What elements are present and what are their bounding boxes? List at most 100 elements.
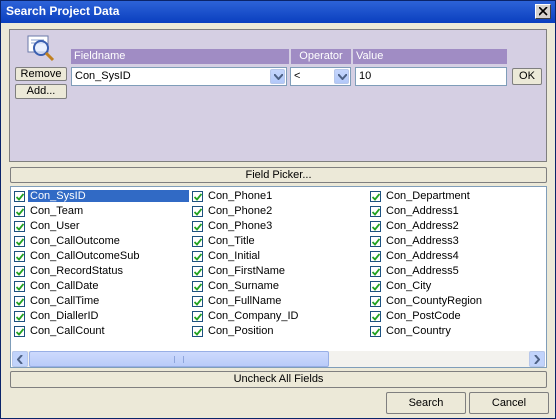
add-button[interactable]: Add...: [15, 84, 67, 99]
scrollbar-thumb[interactable]: [29, 351, 329, 367]
checkbox[interactable]: [14, 281, 25, 292]
checkbox[interactable]: [14, 221, 25, 232]
checkmark-icon: [16, 328, 24, 336]
field-item-label: Con_Address3: [386, 235, 459, 247]
checkbox[interactable]: [370, 236, 381, 247]
chevron-left-icon: [17, 355, 23, 364]
checkmark-icon: [194, 328, 202, 336]
field-item-label: Con_User: [30, 220, 80, 232]
checkbox[interactable]: [192, 296, 203, 307]
field-picker-button[interactable]: Field Picker...: [10, 167, 547, 183]
checkmark-icon: [194, 223, 202, 231]
checkmark-icon: [372, 268, 380, 276]
fieldname-value: Con_SysID: [75, 70, 131, 82]
checkbox[interactable]: [14, 266, 25, 277]
checkmark-icon: [16, 253, 24, 261]
checkmark-icon: [16, 268, 24, 276]
field-item-label: Con_Department: [386, 190, 470, 202]
checkbox[interactable]: [192, 311, 203, 322]
checkmark-icon: [372, 253, 380, 261]
field-item-label: Con_CallOutcome: [30, 235, 120, 247]
checkbox[interactable]: [370, 281, 381, 292]
checkmark-icon: [16, 313, 24, 321]
field-item-label: Con_Title: [208, 235, 255, 247]
field-item-label: Con_CallOutcomeSub: [30, 250, 140, 262]
uncheck-all-fields-button[interactable]: Uncheck All Fields: [10, 371, 547, 388]
checkbox[interactable]: [370, 191, 381, 202]
checkbox[interactable]: [192, 266, 203, 277]
scroll-right-button[interactable]: [529, 351, 545, 367]
operator-header: Operator: [291, 49, 351, 64]
field-item-label: Con_FullName: [208, 295, 282, 307]
cancel-button[interactable]: Cancel: [469, 392, 549, 414]
search-button[interactable]: Search: [386, 392, 466, 414]
checkbox[interactable]: [370, 296, 381, 307]
field-item-label: Con_Address1: [386, 205, 459, 217]
search-dialog: Search Project Data Remove Add... Fieldn…: [0, 0, 556, 419]
checkbox[interactable]: [370, 326, 381, 337]
field-item-label: Con_Surname: [208, 280, 279, 292]
checkmark-icon: [372, 328, 380, 336]
checkbox[interactable]: [370, 206, 381, 217]
checkmark-icon: [194, 253, 202, 261]
checkmark-icon: [372, 193, 380, 201]
operator-select[interactable]: <: [290, 67, 351, 86]
checkbox[interactable]: [192, 221, 203, 232]
field-item-label: Con_Team: [30, 205, 84, 217]
remove-button[interactable]: Remove: [15, 67, 67, 81]
checkmark-icon: [16, 223, 24, 231]
checkbox[interactable]: [370, 221, 381, 232]
checkmark-icon: [372, 313, 380, 321]
checkmark-icon: [372, 283, 380, 291]
value-input[interactable]: 10: [355, 67, 507, 86]
fields-checklist: Con_SysID Con_Team Con_User Con_CallOutcome…: [10, 186, 547, 368]
field-item-label: Con_Phone3: [208, 220, 273, 232]
field-item-label: Con_Address4: [386, 250, 459, 262]
chevron-right-icon: [534, 355, 540, 364]
checkmark-icon: [16, 283, 24, 291]
operator-dropdown-arrow[interactable]: [334, 69, 349, 84]
field-item-label: Con_Initial: [208, 250, 260, 262]
checkbox[interactable]: [14, 206, 25, 217]
horizontal-scrollbar[interactable]: [12, 351, 545, 367]
checkbox[interactable]: [192, 326, 203, 337]
checkbox[interactable]: [14, 191, 25, 202]
checkbox[interactable]: [14, 326, 25, 337]
field-item-label: Con_RecordStatus: [30, 265, 123, 277]
checkbox[interactable]: [14, 296, 25, 307]
checkmark-icon: [372, 208, 380, 216]
checkmark-icon: [194, 283, 202, 291]
checkbox[interactable]: [14, 236, 25, 247]
field-item-label: Con_City: [386, 280, 432, 292]
fieldname-header: Fieldname: [71, 49, 289, 64]
checkbox[interactable]: [14, 311, 25, 322]
checkbox[interactable]: [14, 251, 25, 262]
field-item-label: Con_Company_ID: [208, 310, 299, 322]
checkmark-icon: [194, 208, 202, 216]
scroll-left-button[interactable]: [12, 351, 28, 367]
ok-button[interactable]: OK: [512, 68, 542, 85]
field-item-label: Con_Country: [386, 325, 451, 337]
checkbox[interactable]: [192, 191, 203, 202]
checkmark-icon: [16, 238, 24, 246]
checkbox[interactable]: [192, 281, 203, 292]
chevron-down-icon: [274, 74, 283, 80]
checkbox[interactable]: [370, 251, 381, 262]
checkmark-icon: [194, 298, 202, 306]
field-item-label: Con_CallDate: [30, 280, 99, 292]
checkmark-icon: [372, 238, 380, 246]
close-button[interactable]: [535, 4, 551, 19]
fieldname-dropdown-arrow[interactable]: [270, 69, 285, 84]
checkmark-icon: [16, 298, 24, 306]
checkmark-icon: [194, 313, 202, 321]
window-title: Search Project Data: [6, 4, 120, 18]
value-text: 10: [359, 70, 372, 82]
checkbox[interactable]: [192, 251, 203, 262]
chevron-down-icon: [338, 74, 347, 80]
fieldname-select[interactable]: Con_SysID: [71, 67, 287, 86]
checkbox[interactable]: [370, 311, 381, 322]
title-bar[interactable]: Search Project Data: [1, 1, 555, 23]
checkbox[interactable]: [192, 206, 203, 217]
checkbox[interactable]: [192, 236, 203, 247]
checkbox[interactable]: [370, 266, 381, 277]
